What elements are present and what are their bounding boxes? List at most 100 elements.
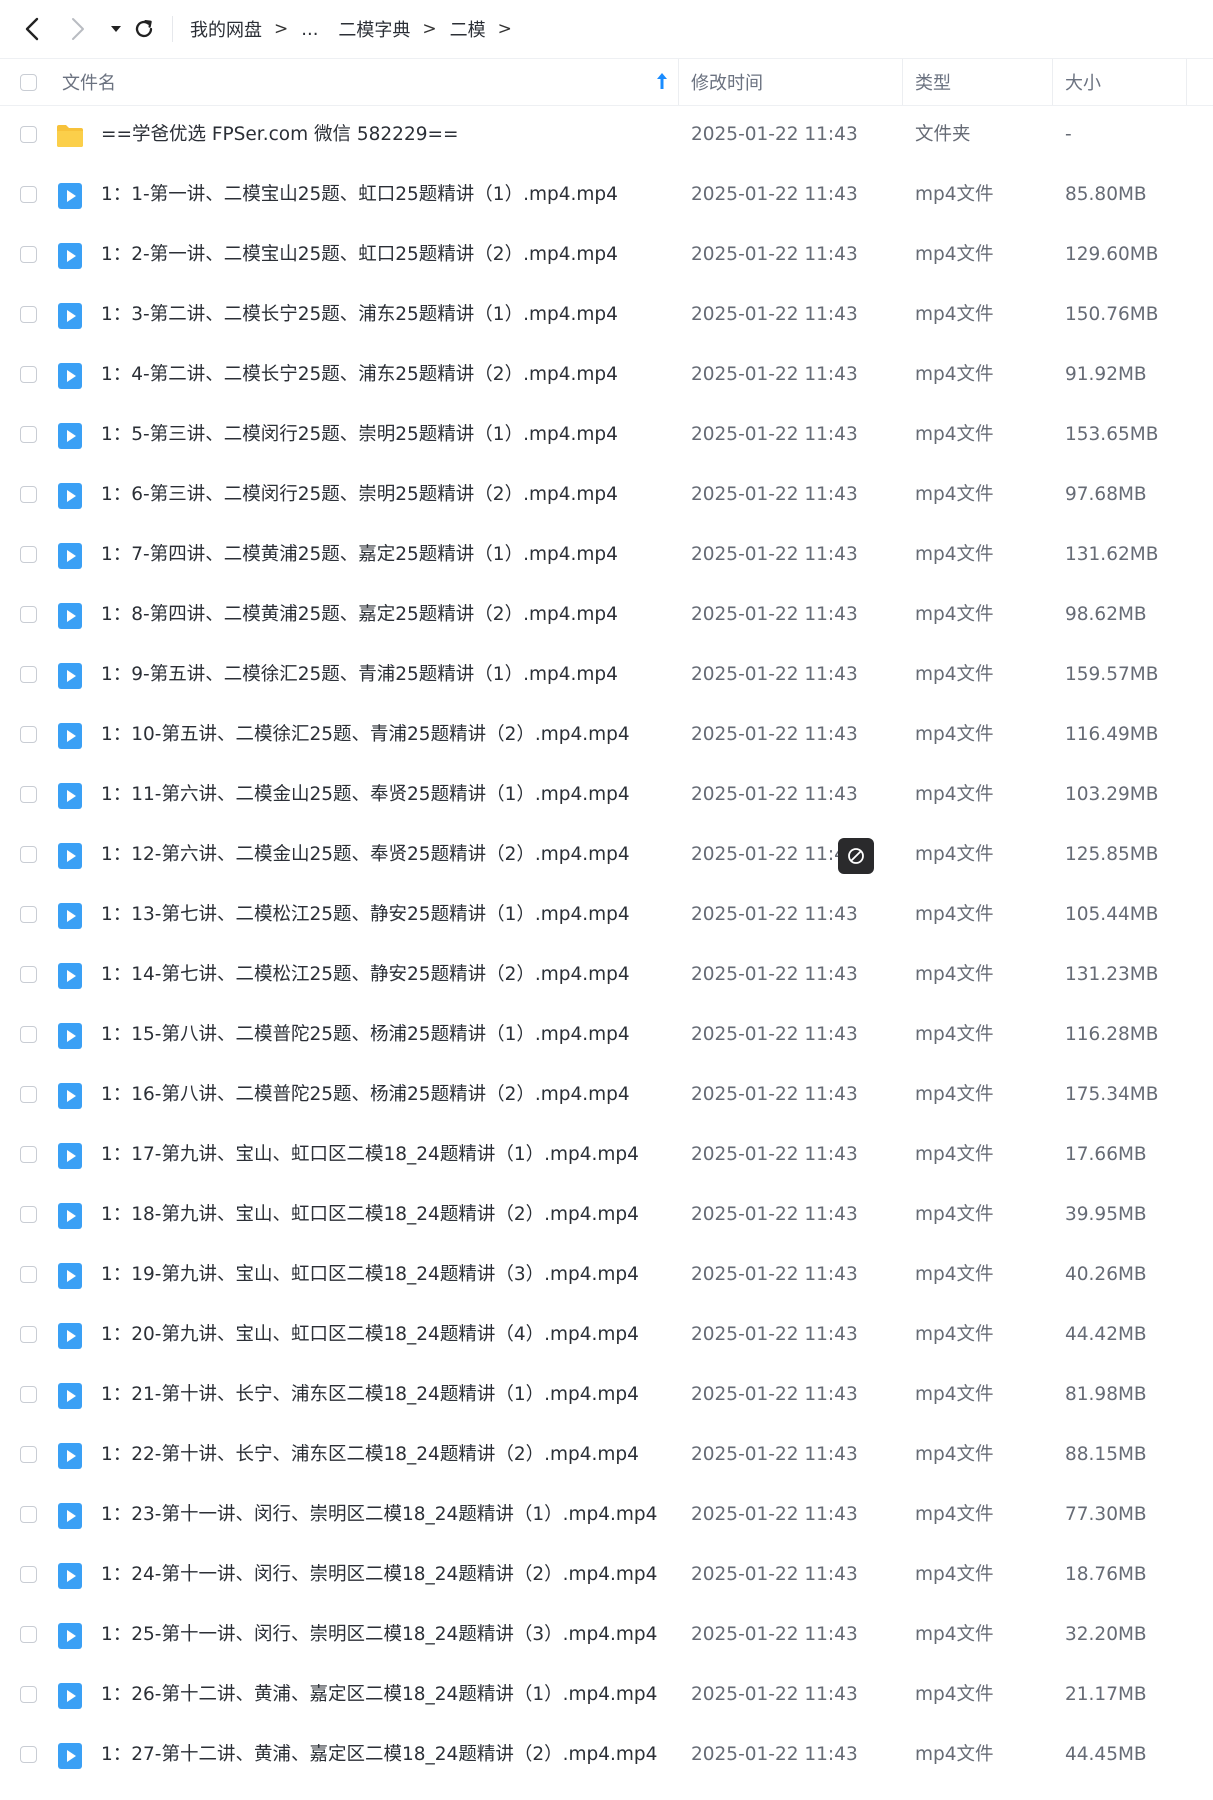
row-checkbox[interactable] [20,246,37,263]
file-row[interactable]: 1：14-第七讲、二模松江25题、静安25题精讲（2）.mp4.mp4 2025-… [0,945,1213,1005]
row-checkbox[interactable] [20,1086,37,1103]
file-name[interactable]: 1：4-第二讲、二模长宁25题、浦东25题精讲（2）.mp4.mp4 [101,345,618,405]
file-name[interactable]: 1：12-第六讲、二模金山25题、奉贤25题精讲（2）.mp4.mp4 [101,825,630,885]
file-name[interactable]: 1：18-第九讲、宝山、虹口区二模18_24题精讲（2）.mp4.mp4 [101,1185,639,1245]
row-checkbox[interactable] [20,1566,37,1583]
file-row[interactable]: 1：19-第九讲、宝山、虹口区二模18_24题精讲（3）.mp4.mp4 2025… [0,1245,1213,1305]
column-header-type[interactable]: 类型 [915,59,951,105]
file-name[interactable]: 1：24-第十一讲、闵行、崇明区二模18_24题精讲（2）.mp4.mp4 [101,1545,657,1605]
file-row[interactable]: 1：7-第四讲、二模黄浦25题、嘉定25题精讲（1）.mp4.mp4 2025-0… [0,525,1213,585]
column-divider[interactable] [1052,59,1053,105]
file-name[interactable]: 1：22-第十讲、长宁、浦东区二模18_24题精讲（2）.mp4.mp4 [101,1425,639,1485]
select-all-checkbox[interactable] [20,59,37,105]
file-name[interactable]: 1：6-第三讲、二模闵行25题、崇明25题精讲（2）.mp4.mp4 [101,465,618,525]
sort-ascending-icon[interactable] [656,72,668,90]
file-name[interactable]: 1：26-第十二讲、黄浦、嘉定区二模18_24题精讲（1）.mp4.mp4 [101,1665,657,1725]
column-header-name[interactable]: 文件名 [62,59,116,105]
file-name[interactable]: 1：9-第五讲、二模徐汇25题、青浦25题精讲（1）.mp4.mp4 [101,645,618,705]
row-checkbox[interactable] [20,1626,37,1643]
row-checkbox[interactable] [20,426,37,443]
file-row[interactable]: 1：16-第八讲、二模普陀25题、杨浦25题精讲（2）.mp4.mp4 2025-… [0,1065,1213,1125]
file-row[interactable]: 1：12-第六讲、二模金山25题、奉贤25题精讲（2）.mp4.mp4 2025-… [0,825,1213,885]
file-name[interactable]: 1：10-第五讲、二模徐汇25题、青浦25题精讲（2）.mp4.mp4 [101,705,630,765]
row-checkbox[interactable] [20,606,37,623]
file-name[interactable]: 1：5-第三讲、二模闵行25题、崇明25题精讲（1）.mp4.mp4 [101,405,618,465]
file-row[interactable]: 1：21-第十讲、长宁、浦东区二模18_24题精讲（1）.mp4.mp4 2025… [0,1365,1213,1425]
file-name[interactable]: 1：21-第十讲、长宁、浦东区二模18_24题精讲（1）.mp4.mp4 [101,1365,639,1425]
file-name[interactable]: 1：2-第一讲、二模宝山25题、虹口25题精讲（2）.mp4.mp4 [101,225,618,285]
history-dropdown-icon[interactable] [104,17,128,41]
row-checkbox[interactable] [20,846,37,863]
file-row[interactable]: 1：2-第一讲、二模宝山25题、虹口25题精讲（2）.mp4.mp4 2025-0… [0,225,1213,285]
column-divider[interactable] [902,59,903,105]
chevron-right-icon[interactable]: > [498,19,512,39]
breadcrumb-item-dictionary[interactable]: 二模字典 [338,16,410,42]
file-name[interactable]: 1：19-第九讲、宝山、虹口区二模18_24题精讲（3）.mp4.mp4 [101,1245,639,1305]
file-name[interactable]: 1：25-第十一讲、闵行、崇明区二模18_24题精讲（3）.mp4.mp4 [101,1605,657,1665]
file-row[interactable]: 1：25-第十一讲、闵行、崇明区二模18_24题精讲（3）.mp4.mp4 202… [0,1605,1213,1665]
file-row[interactable]: 1：15-第八讲、二模普陀25题、杨浦25题精讲（1）.mp4.mp4 2025-… [0,1005,1213,1065]
file-row[interactable]: 1：18-第九讲、宝山、虹口区二模18_24题精讲（2）.mp4.mp4 2025… [0,1185,1213,1245]
file-row[interactable]: 1：8-第四讲、二模黄浦25题、嘉定25题精讲（2）.mp4.mp4 2025-0… [0,585,1213,645]
breadcrumb-item-current[interactable]: 二模 [450,16,486,42]
file-row[interactable]: 1：9-第五讲、二模徐汇25题、青浦25题精讲（1）.mp4.mp4 2025-0… [0,645,1213,705]
row-checkbox[interactable] [20,1146,37,1163]
row-checkbox[interactable] [20,906,37,923]
file-name[interactable]: 1：14-第七讲、二模松江25题、静安25题精讲（2）.mp4.mp4 [101,945,630,1005]
file-name[interactable]: 1：7-第四讲、二模黄浦25题、嘉定25题精讲（1）.mp4.mp4 [101,525,618,585]
file-row[interactable]: 1：26-第十二讲、黄浦、嘉定区二模18_24题精讲（1）.mp4.mp4 202… [0,1665,1213,1725]
row-checkbox[interactable] [20,1746,37,1763]
column-divider[interactable] [1186,59,1187,105]
column-header-modified[interactable]: 修改时间 [691,59,763,105]
file-name[interactable]: 1：1-第一讲、二模宝山25题、虹口25题精讲（1）.mp4.mp4 [101,165,618,225]
file-name[interactable]: 1：17-第九讲、宝山、虹口区二模18_24题精讲（1）.mp4.mp4 [101,1125,639,1185]
file-row[interactable]: 1：13-第七讲、二模松江25题、静安25题精讲（1）.mp4.mp4 2025-… [0,885,1213,945]
file-row[interactable]: 1：11-第六讲、二模金山25题、奉贤25题精讲（1）.mp4.mp4 2025-… [0,765,1213,825]
row-checkbox[interactable] [20,1326,37,1343]
file-name[interactable]: 1：13-第七讲、二模松江25题、静安25题精讲（1）.mp4.mp4 [101,885,630,945]
file-name[interactable]: 1：11-第六讲、二模金山25题、奉贤25题精讲（1）.mp4.mp4 [101,765,630,825]
row-checkbox[interactable] [20,486,37,503]
block-icon[interactable] [838,838,874,874]
file-name[interactable]: ==学爸优选 FPSer.com 微信 582229== [101,105,459,165]
row-checkbox[interactable] [20,1206,37,1223]
row-checkbox[interactable] [20,726,37,743]
forward-arrow-icon[interactable] [66,17,90,41]
row-checkbox[interactable] [20,546,37,563]
file-row[interactable]: 1：5-第三讲、二模闵行25题、崇明25题精讲（1）.mp4.mp4 2025-0… [0,405,1213,465]
row-checkbox[interactable] [20,666,37,683]
file-row[interactable]: 1：20-第九讲、宝山、虹口区二模18_24题精讲（4）.mp4.mp4 2025… [0,1305,1213,1365]
file-row[interactable]: 1：3-第二讲、二模长宁25题、浦东25题精讲（1）.mp4.mp4 2025-0… [0,285,1213,345]
file-row[interactable]: ==学爸优选 FPSer.com 微信 582229== 2025-01-22 1… [0,105,1213,165]
file-name[interactable]: 1：8-第四讲、二模黄浦25题、嘉定25题精讲（2）.mp4.mp4 [101,585,618,645]
row-checkbox[interactable] [20,1266,37,1283]
file-row[interactable]: 1：10-第五讲、二模徐汇25题、青浦25题精讲（2）.mp4.mp4 2025-… [0,705,1213,765]
file-row[interactable]: 1：17-第九讲、宝山、虹口区二模18_24题精讲（1）.mp4.mp4 2025… [0,1125,1213,1185]
back-arrow-icon[interactable] [20,17,44,41]
row-checkbox[interactable] [20,786,37,803]
breadcrumb-item-ellipsis[interactable]: ... [301,19,318,40]
file-row[interactable]: 1：27-第十二讲、黄浦、嘉定区二模18_24题精讲（2）.mp4.mp4 202… [0,1725,1213,1785]
row-checkbox[interactable] [20,306,37,323]
file-row[interactable]: 1：1-第一讲、二模宝山25题、虹口25题精讲（1）.mp4.mp4 2025-0… [0,165,1213,225]
file-row[interactable]: 1：4-第二讲、二模长宁25题、浦东25题精讲（2）.mp4.mp4 2025-0… [0,345,1213,405]
file-name[interactable]: 1：20-第九讲、宝山、虹口区二模18_24题精讲（4）.mp4.mp4 [101,1305,639,1365]
file-name[interactable]: 1：3-第二讲、二模长宁25题、浦东25题精讲（1）.mp4.mp4 [101,285,618,345]
row-checkbox[interactable] [20,1686,37,1703]
file-row[interactable]: 1：23-第十一讲、闵行、崇明区二模18_24题精讲（1）.mp4.mp4 202… [0,1485,1213,1545]
row-checkbox[interactable] [20,126,37,143]
column-divider[interactable] [678,59,679,105]
file-name[interactable]: 1：23-第十一讲、闵行、崇明区二模18_24题精讲（1）.mp4.mp4 [101,1485,657,1545]
file-row[interactable]: 1：6-第三讲、二模闵行25题、崇明25题精讲（2）.mp4.mp4 2025-0… [0,465,1213,525]
file-name[interactable]: 1：27-第十二讲、黄浦、嘉定区二模18_24题精讲（2）.mp4.mp4 [101,1725,657,1785]
file-row[interactable]: 1：22-第十讲、长宁、浦东区二模18_24题精讲（2）.mp4.mp4 2025… [0,1425,1213,1485]
breadcrumb-item-my-drive[interactable]: 我的网盘 [190,16,262,42]
file-row[interactable]: 1：24-第十一讲、闵行、崇明区二模18_24题精讲（2）.mp4.mp4 202… [0,1545,1213,1605]
row-checkbox[interactable] [20,366,37,383]
row-checkbox[interactable] [20,1386,37,1403]
row-checkbox[interactable] [20,1506,37,1523]
row-checkbox[interactable] [20,1026,37,1043]
column-header-size[interactable]: 大小 [1065,59,1101,105]
file-name[interactable]: 1：16-第八讲、二模普陀25题、杨浦25题精讲（2）.mp4.mp4 [101,1065,630,1125]
file-name[interactable]: 1：15-第八讲、二模普陀25题、杨浦25题精讲（1）.mp4.mp4 [101,1005,630,1065]
